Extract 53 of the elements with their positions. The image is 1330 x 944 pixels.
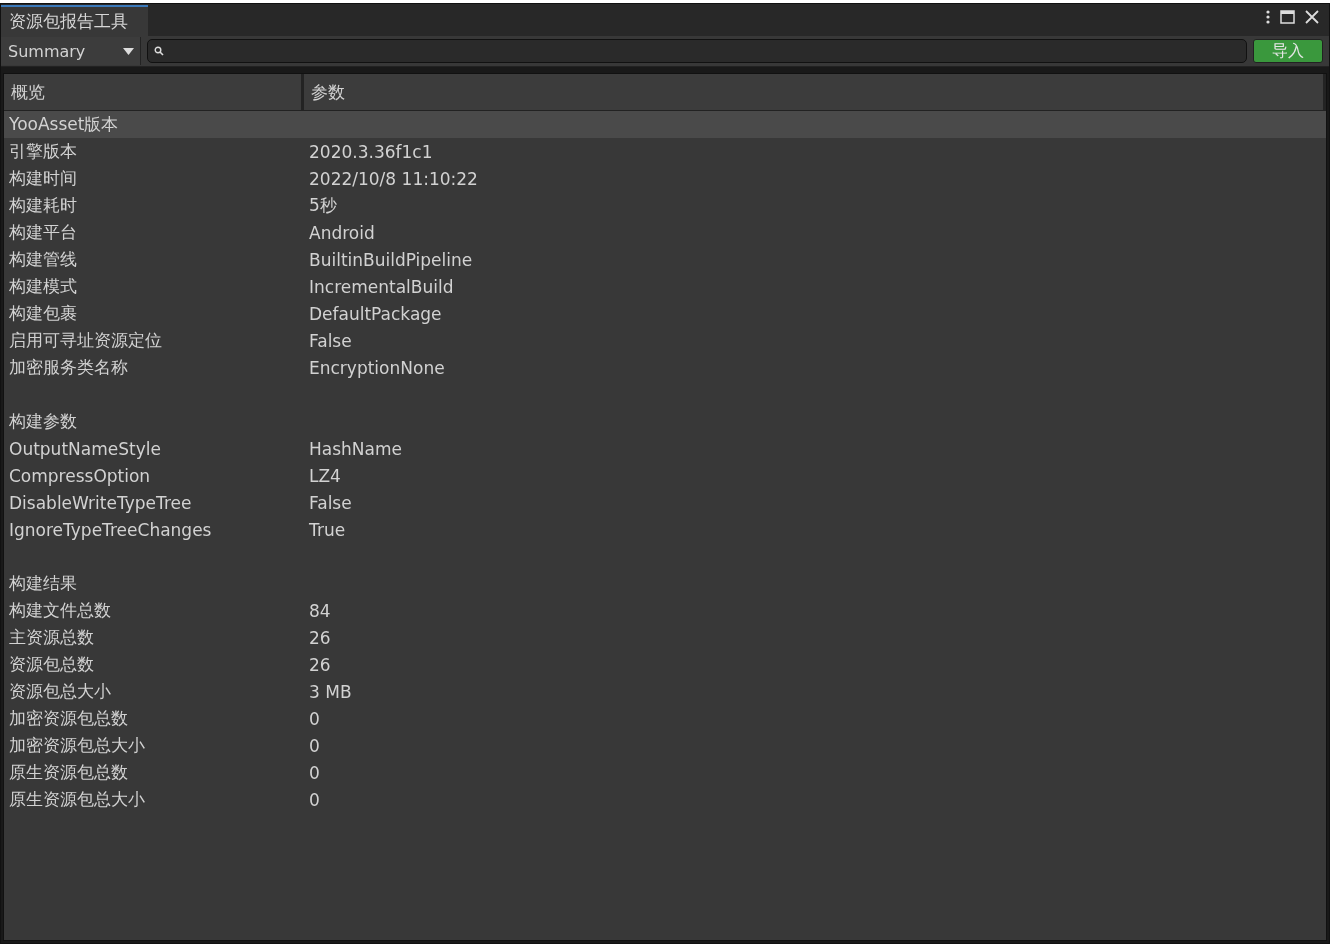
property-value: 2020.3.36f1c1 xyxy=(309,141,433,162)
property-name: 构建时间 xyxy=(8,167,78,190)
property-value: 26 xyxy=(309,627,331,648)
property-name: 启用可寻址资源定位 xyxy=(8,329,163,352)
property-name: 主资源总数 xyxy=(8,626,95,649)
property-name: 资源包总大小 xyxy=(8,680,112,703)
section-heading: 构建结果 xyxy=(8,572,78,595)
property-name: DisableWriteTypeTree xyxy=(8,492,193,513)
property-name: 原生资源包总数 xyxy=(8,761,129,784)
property-name: 构建耗时 xyxy=(8,194,78,217)
property-value: BuiltinBuildPipeline xyxy=(309,249,473,270)
property-value: 84 xyxy=(309,600,331,621)
property-value: False xyxy=(309,492,352,513)
more-options-icon[interactable] xyxy=(1266,10,1270,24)
property-name: 资源包总数 xyxy=(8,653,95,676)
property-name: OutputNameStyle xyxy=(8,438,162,459)
property-name: 构建管线 xyxy=(8,248,78,271)
section-heading: YooAsset版本 xyxy=(8,113,120,136)
property-name: 构建包裹 xyxy=(8,302,78,325)
property-value: 0 xyxy=(309,762,320,783)
property-value: 0 xyxy=(309,708,320,729)
property-name: 加密服务类名称 xyxy=(8,356,129,379)
property-value: HashName xyxy=(309,438,402,459)
property-name: 引擎版本 xyxy=(8,140,78,163)
property-value: 26 xyxy=(309,654,331,675)
property-name: 构建文件总数 xyxy=(8,599,112,622)
property-value: True xyxy=(309,519,346,540)
property-name: 构建平台 xyxy=(8,221,78,244)
property-name: IgnoreTypeTreeChanges xyxy=(8,519,213,540)
property-value: 2022/10/8 11:10:22 xyxy=(309,168,478,189)
property-name: 加密资源包总数 xyxy=(8,707,129,730)
search-field[interactable] xyxy=(147,39,1247,63)
property-value: IncrementalBuild xyxy=(309,276,454,297)
caret-icon xyxy=(123,47,134,55)
window-tab[interactable]: 资源包报告工具 xyxy=(1,5,148,36)
maximize-icon[interactable] xyxy=(1280,10,1295,24)
section-heading: 构建参数 xyxy=(8,410,78,433)
property-value: DefaultPackage xyxy=(309,303,442,324)
property-name: CompressOption xyxy=(8,465,152,486)
property-value: 0 xyxy=(309,735,320,756)
close-icon[interactable] xyxy=(1305,10,1319,24)
property-value: Android xyxy=(309,222,375,243)
property-value: False xyxy=(309,330,352,351)
property-value: 5秒 xyxy=(309,194,337,217)
property-name: 原生资源包总大小 xyxy=(8,788,146,811)
property-value: EncryptionNone xyxy=(309,357,445,378)
property-name: 加密资源包总大小 xyxy=(8,734,146,757)
property-value: 3 MB xyxy=(309,681,352,702)
property-value: LZ4 xyxy=(309,465,341,486)
view-dropdown[interactable]: Summary xyxy=(1,37,141,65)
search-icon xyxy=(154,46,164,56)
property-name: 构建模式 xyxy=(8,275,78,298)
property-value: 0 xyxy=(309,789,320,810)
